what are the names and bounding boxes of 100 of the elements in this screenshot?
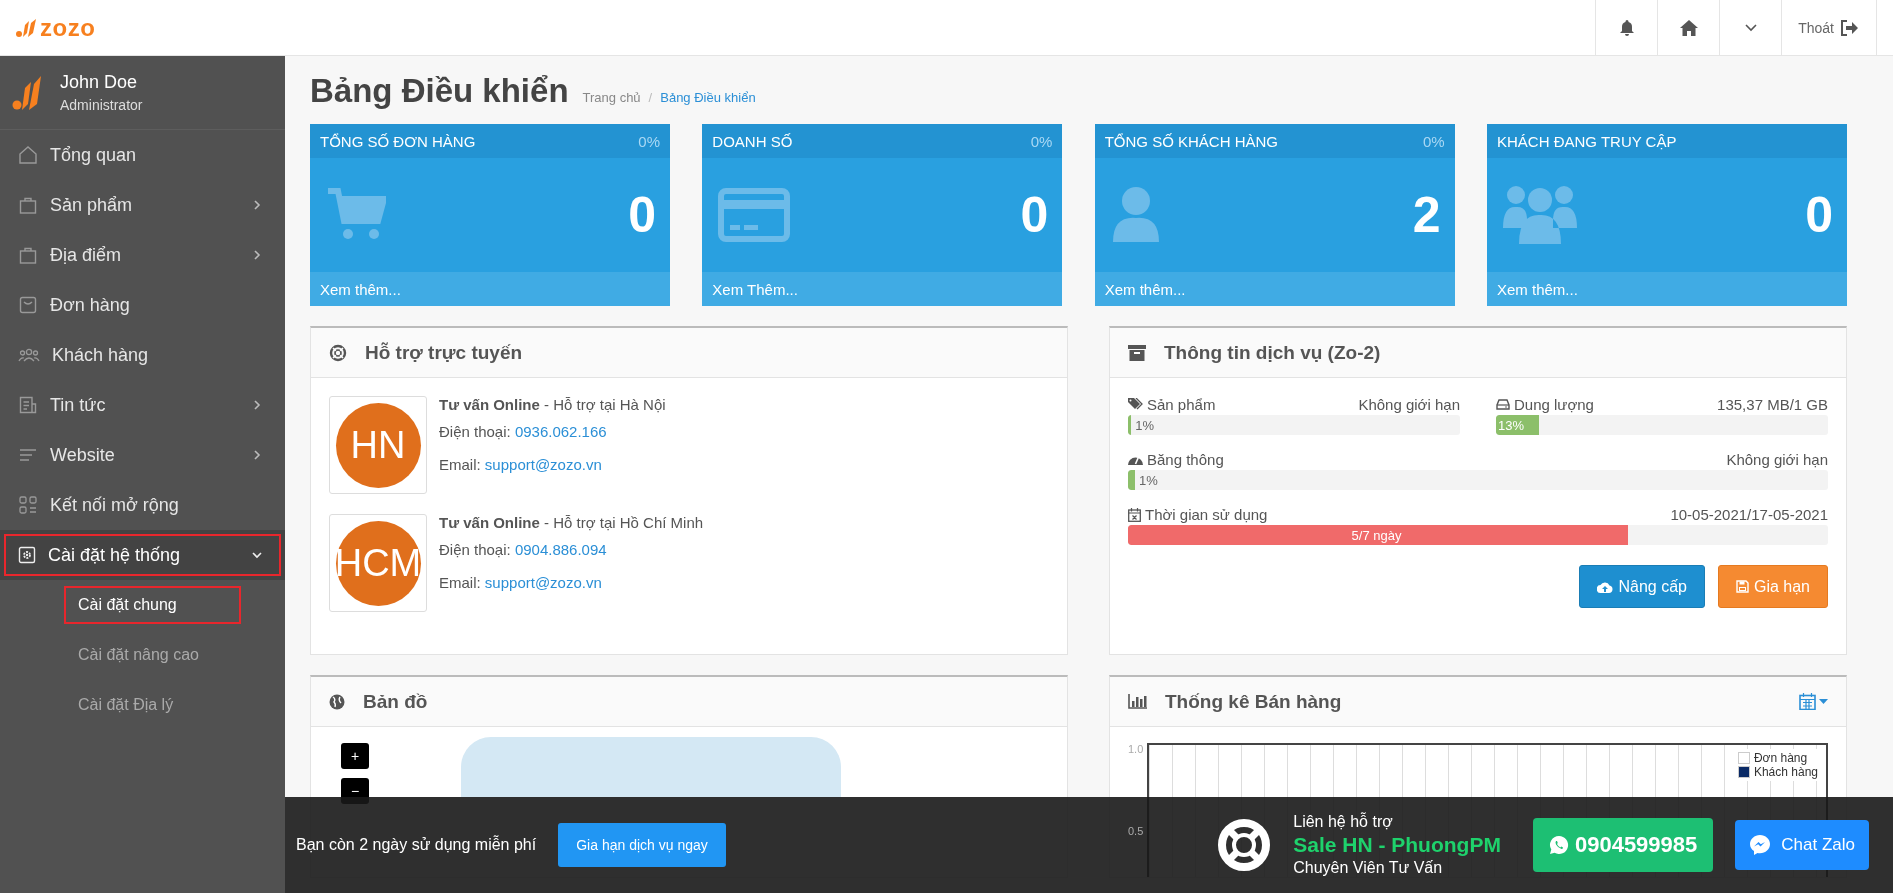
contact-title: Tư vấn Online - Hỗ trợ tại Hà Nội <box>439 396 666 413</box>
meter-label: Thời gian sử dụng <box>1145 506 1269 523</box>
user-name: John Doe <box>60 72 139 93</box>
contact-name: Sale HN - PhuongPM <box>1293 833 1501 857</box>
whatsapp-icon <box>1548 835 1569 855</box>
meter-label: Dung lượng <box>1514 396 1595 413</box>
meter-limit: Không giới hạn <box>1726 451 1828 468</box>
sidebar-item[interactable]: Khách hàng <box>0 330 285 380</box>
chevron-right-icon <box>251 249 263 261</box>
chevron-down-icon <box>1743 22 1758 33</box>
view-more-link[interactable]: Xem thêm... <box>1094 272 1455 306</box>
meter-limit: 10-05-2021/17-05-2021 <box>1670 506 1828 523</box>
sidebar-item[interactable]: Tin tức <box>0 380 285 430</box>
grid-icon <box>18 495 38 515</box>
axis-tick-label: 0.5 <box>1128 825 1144 837</box>
user-role: Administrator <box>60 97 143 113</box>
lifebuoy-icon <box>329 343 347 362</box>
email-link[interactable]: support@zozo.vn <box>484 574 602 591</box>
chat-zalo-button[interactable]: Chat Zalo <box>1735 820 1869 870</box>
panel-title: Thống kê Bán hàng <box>1165 690 1343 713</box>
stat-percent: 0% <box>1422 132 1445 150</box>
save-icon <box>1735 580 1749 593</box>
logo-text: zozo <box>40 13 96 42</box>
contact-role: Chuyên Viên Tư Vấn <box>1293 859 1444 877</box>
archive-icon <box>1128 344 1146 361</box>
logo-mark-icon <box>15 16 37 39</box>
stat-value: 0 <box>1805 186 1833 244</box>
avatar: HN <box>335 402 421 488</box>
meter-label: Sản phẩm <box>1147 396 1217 413</box>
submenu-item[interactable]: Cài đặt chung <box>58 580 247 630</box>
breadcrumb-link[interactable]: Bảng Điều khiển <box>660 90 756 105</box>
lifebuoy-icon <box>1217 818 1272 872</box>
view-more-link[interactable]: Xem Thêm... <box>702 272 1063 306</box>
submenu-item[interactable]: Cài đặt nâng cao <box>0 630 285 680</box>
document-icon <box>18 395 38 415</box>
date-picker-button[interactable] <box>1799 693 1828 710</box>
progress-reading: 1% <box>1135 417 1155 433</box>
renew-service-button[interactable]: Gia hạn dịch vụ ngay <box>558 823 726 867</box>
progress-reading: 13% <box>1498 417 1525 433</box>
bar-chart-icon <box>1128 694 1147 709</box>
home-icon <box>1678 18 1699 37</box>
calendar-icon <box>1128 507 1141 522</box>
bag-icon <box>18 245 38 265</box>
home-icon <box>18 145 38 165</box>
submenu-item[interactable]: Cài đặt Địa lý <box>0 680 285 730</box>
email-link[interactable]: support@zozo.vn <box>484 456 602 473</box>
stat-percent: 0% <box>638 132 660 150</box>
phone-link[interactable]: 0904.886.094 <box>514 541 607 558</box>
legend-swatch <box>1737 766 1750 778</box>
progress-reading: 1% <box>1139 472 1158 488</box>
breadcrumb-separator: / <box>648 90 653 105</box>
hard-drive-icon <box>1496 399 1510 410</box>
users-icon <box>18 347 40 363</box>
calendar-icon <box>1799 693 1816 710</box>
email-label: Email: <box>439 456 481 473</box>
whatsapp-button[interactable]: 0904599985 <box>1532 818 1714 872</box>
view-more-link[interactable]: Xem thêm... <box>310 272 670 306</box>
sidebar-item[interactable]: Cài đặt hệ thống <box>0 530 285 580</box>
sidebar-item[interactable]: Sản phẩm <box>0 180 285 230</box>
legend-label: Khách hàng <box>1753 765 1818 779</box>
logout-button[interactable]: Thoát <box>1781 0 1877 55</box>
meter-limit: Không giới hạn <box>1358 396 1460 413</box>
inbox-icon <box>18 295 38 315</box>
view-more-link[interactable]: Xem thêm... <box>1487 272 1847 306</box>
sidebar-item[interactable]: Đơn hàng <box>0 280 285 330</box>
zoom-in-button[interactable]: + <box>341 743 369 769</box>
chevron-right-icon <box>251 449 263 461</box>
chevron-right-icon <box>251 399 263 411</box>
legend-swatch <box>1737 752 1750 764</box>
avatar: HCM <box>335 520 421 606</box>
globe-icon <box>329 693 345 710</box>
page-title: Bảng Điều khiển <box>310 72 569 110</box>
sidebar-item[interactable]: Website <box>0 430 285 480</box>
users-icon <box>1503 184 1577 246</box>
stat-value: 0 <box>628 186 656 244</box>
panel-title: Bản đồ <box>363 690 429 713</box>
email-label: Email: <box>439 574 481 591</box>
sign-out-icon <box>1840 19 1858 36</box>
meter-limit: 135,37 MB/1 GB <box>1717 396 1828 413</box>
panel-title: Hỗ trợ trực tuyến <box>365 341 524 364</box>
stat-percent: 0% <box>1030 132 1053 150</box>
phone-label: Điện thoại: <box>439 423 511 440</box>
panel-title: Thông tin dịch vụ (Zo-2) <box>1164 341 1382 364</box>
upgrade-button[interactable]: Nâng cấp <box>1579 565 1705 608</box>
sidebar-item[interactable]: Tổng quan <box>0 130 285 180</box>
contact-heading: Liên hệ hỗ trợ <box>1293 813 1394 831</box>
phone-link[interactable]: 0936.062.166 <box>514 423 607 440</box>
stat-title: KHÁCH ĐANG TRUY CẬP <box>1497 132 1677 150</box>
stat-title: TỔNG SỐ KHÁCH HÀNG <box>1104 132 1278 150</box>
logo[interactable]: zozo <box>0 13 96 42</box>
sidebar-item[interactable]: Địa điểm <box>0 230 285 280</box>
sidebar-item[interactable]: Kết nối mở rộng <box>0 480 285 530</box>
breadcrumb-link[interactable]: Trang chủ <box>582 90 641 105</box>
stat-value: 0 <box>1020 186 1049 244</box>
caret-down-icon <box>1819 699 1828 704</box>
renew-button[interactable]: Gia hạn <box>1717 565 1828 608</box>
settings-icon <box>18 546 36 564</box>
stat-value: 2 <box>1412 186 1441 244</box>
cloud-upload-icon <box>1597 580 1614 593</box>
chevron-right-icon <box>251 199 263 211</box>
